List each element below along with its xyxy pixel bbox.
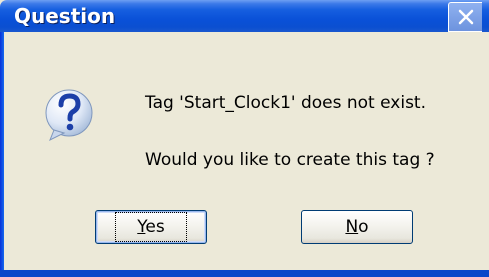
- no-button[interactable]: No: [301, 210, 413, 244]
- question-dialog: Question Tag 'Start_Clock1' does not exi…: [0, 0, 489, 277]
- yes-button-label: Yes: [115, 212, 187, 242]
- dialog-title: Question: [14, 4, 116, 28]
- title-bar[interactable]: Question: [0, 0, 489, 32]
- window-frame-left: [0, 32, 4, 277]
- close-icon: [458, 9, 473, 25]
- no-button-label: No: [345, 217, 369, 237]
- message-line-2: Would you like to create this tag ?: [145, 150, 435, 170]
- message-line-1: Tag 'Start_Clock1' does not exist.: [145, 93, 426, 113]
- yes-button[interactable]: Yes: [95, 210, 207, 244]
- window-frame-bottom: [0, 270, 489, 277]
- question-icon: [45, 89, 93, 142]
- close-button[interactable]: [448, 2, 482, 32]
